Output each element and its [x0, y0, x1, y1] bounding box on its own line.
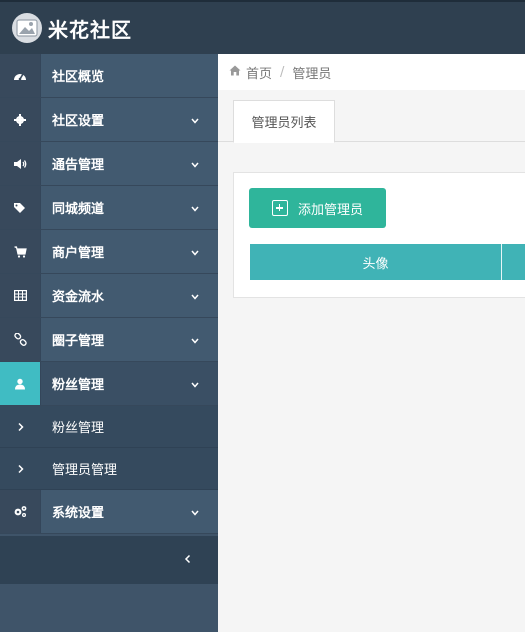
- chevron-down-icon: [190, 379, 200, 394]
- sidebar-subitem-label: 粉丝管理: [52, 421, 105, 436]
- sidebar-item-merchants[interactable]: 商户管理: [0, 230, 218, 274]
- sidebar-item-label: 资金流水: [52, 290, 105, 305]
- sidebar-item-system-settings[interactable]: 系统设置: [0, 490, 218, 534]
- tab-bar: 管理员列表: [218, 100, 525, 143]
- breadcrumb: 首页 / 管理员: [218, 54, 525, 90]
- sidebar-item-notices[interactable]: 通告管理: [0, 142, 218, 186]
- breadcrumb-current: 管理员: [292, 66, 332, 82]
- chevron-right-icon: [0, 464, 41, 474]
- table-icon: [0, 274, 41, 317]
- column-header-next: [502, 244, 525, 280]
- sidebar-item-cash-flow[interactable]: 资金流水: [0, 274, 218, 318]
- home-icon: [229, 65, 241, 80]
- logo-image-icon: [12, 13, 42, 43]
- app-title: 米花社区: [48, 17, 132, 42]
- breadcrumb-separator: /: [280, 64, 285, 80]
- admin-list-panel: 添加管理员 头像: [233, 172, 525, 298]
- sidebar-item-community-settings[interactable]: 社区设置: [0, 98, 218, 142]
- sidebar-item-label: 社区概览: [52, 70, 105, 85]
- gears-icon: [0, 490, 41, 533]
- add-admin-label: 添加管理员: [297, 202, 363, 218]
- chevron-down-icon: [190, 159, 200, 174]
- chevron-left-icon: [184, 553, 192, 568]
- sidebar-subitem-label: 管理员管理: [52, 463, 118, 478]
- plus-square-icon: [271, 200, 288, 216]
- sidebar-item-label: 粉丝管理: [52, 378, 105, 393]
- sidebar-subitem-fan-management[interactable]: 粉丝管理: [0, 406, 218, 448]
- main-content: 首页 / 管理员 管理员列表 添加管理员 头像: [218, 54, 525, 632]
- add-admin-button[interactable]: 添加管理员: [249, 188, 386, 228]
- sidebar-item-fans[interactable]: 粉丝管理: [0, 362, 218, 406]
- sidebar-item-label: 系统设置: [52, 506, 105, 521]
- sidebar-subitem-admin-management[interactable]: 管理员管理: [0, 448, 218, 490]
- sidebar-item-circles[interactable]: 圈子管理: [0, 318, 218, 362]
- breadcrumb-home-link[interactable]: 首页: [246, 63, 272, 82]
- sidebar-item-local-channel[interactable]: 同城频道: [0, 186, 218, 230]
- sidebar-item-label: 同城频道: [52, 202, 105, 217]
- chevron-right-icon: [0, 422, 41, 432]
- chevron-down-icon: [190, 203, 200, 218]
- sidebar-collapse-button[interactable]: [0, 536, 218, 584]
- chevron-down-icon: [190, 507, 200, 522]
- user-icon: [0, 362, 41, 405]
- tags-icon: [0, 186, 41, 229]
- sidebar-item-label: 圈子管理: [52, 334, 105, 349]
- sidebar-item-label: 社区设置: [52, 114, 105, 129]
- chevron-down-icon: [190, 291, 200, 306]
- chevron-down-icon: [190, 115, 200, 130]
- link-icon: [0, 318, 41, 361]
- sidebar-item-label: 商户管理: [52, 246, 105, 261]
- top-bar: 米花社区: [0, 0, 525, 54]
- sidebar-item-overview[interactable]: 社区概览: [0, 54, 218, 98]
- chevron-down-icon: [190, 247, 200, 262]
- cart-icon: [0, 230, 41, 273]
- dashboard-icon: [0, 54, 41, 97]
- volume-icon: [0, 142, 41, 185]
- column-header-avatar: 头像: [250, 244, 502, 280]
- sidebar-item-label: 通告管理: [52, 158, 105, 173]
- table-header: 头像: [250, 244, 525, 280]
- tab-admin-list[interactable]: 管理员列表: [233, 100, 335, 143]
- sidebar: 社区概览 社区设置 通告管理 同城频道 商户管理 资金流水 圈子管理 粉丝管理 …: [0, 54, 218, 632]
- chevron-down-icon: [190, 335, 200, 350]
- gear-icon: [0, 98, 41, 141]
